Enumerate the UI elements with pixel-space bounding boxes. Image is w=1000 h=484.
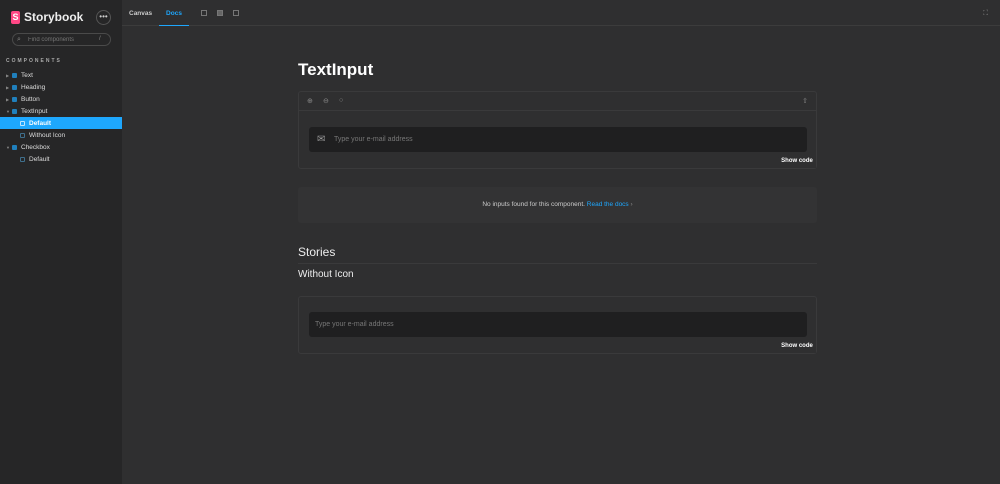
section-components[interactable]: COMPONENTS [6, 58, 62, 64]
chevron-right-icon: › [630, 201, 633, 208]
mail-icon: ✉ [317, 134, 326, 145]
story-title: Without Icon [298, 269, 354, 280]
viewport-icon[interactable] [233, 10, 239, 16]
input-placeholder: Type your e-mail address [315, 321, 394, 328]
input-placeholder: Type your e-mail address [334, 136, 413, 143]
storybook-logo[interactable]: S Storybook [11, 10, 83, 24]
show-code-button[interactable]: Show code [778, 155, 816, 168]
zoom-in-icon[interactable]: ⊕ [307, 97, 313, 105]
primary-preview: ⊕ ⊖ ○ ⇧ ✉ Type your e-mail address Show … [298, 91, 817, 169]
zoom-reset-icon[interactable]: ○ [339, 97, 343, 104]
grid-icon[interactable] [201, 10, 207, 16]
args-table: No inputs found for this component. Read… [298, 187, 817, 223]
tree-item-checkbox-default[interactable]: Default [0, 153, 122, 165]
component-icon [12, 72, 17, 78]
story-icon [20, 120, 25, 126]
tree-item-label: Text [21, 71, 33, 79]
fullscreen-icon[interactable]: ⛶ [983, 10, 988, 18]
sidebar: SStorybook ••• ⌕ / COMPONENTS ▶Text ▶Hea… [0, 0, 122, 484]
tree-item-label: Checkbox [21, 143, 50, 151]
email-input[interactable]: ✉ Type your e-mail address [309, 127, 807, 152]
brand-name: Storybook [24, 10, 84, 24]
page-title: TextInput [298, 60, 374, 79]
component-tree: ▶ Text ▶ Heading ▶ Button ▼ TextInput Defaul… [0, 69, 122, 165]
tree-item-label: Without Icon [29, 131, 66, 139]
storybook-icon: S [11, 10, 20, 24]
component-icon [12, 84, 17, 90]
tree-item-textinput-default[interactable]: Default [0, 117, 122, 129]
tree-item-heading[interactable]: ▶ Heading [0, 81, 122, 93]
background-icon[interactable] [217, 10, 223, 16]
tree-item-label: Heading [21, 83, 46, 91]
tab-docs[interactable]: Docs [159, 0, 189, 26]
no-inputs-text: No inputs found for this component. [482, 201, 585, 208]
search-shortcut: / [99, 36, 101, 42]
story-icon [20, 156, 25, 162]
tree-item-label: TextInput [21, 107, 48, 115]
component-icon [12, 96, 17, 102]
tree-item-label: Default [29, 119, 52, 127]
tab-canvas[interactable]: Canvas [129, 0, 159, 26]
search-input[interactable] [12, 33, 111, 46]
story-icon [20, 132, 25, 138]
tree-item-textinput[interactable]: ▼ TextInput [0, 105, 122, 117]
email-input[interactable]: Type your e-mail address [309, 312, 807, 337]
component-icon [12, 108, 17, 114]
more-menu-button[interactable]: ••• [96, 10, 111, 25]
tree-item-without-icon[interactable]: Without Icon [0, 129, 122, 141]
tree-item-label: Button [21, 95, 40, 103]
tree-item-checkbox[interactable]: ▼ Checkbox [0, 141, 122, 153]
component-icon [12, 144, 17, 150]
toolbar: Canvas Docs ⛶ [122, 0, 1000, 26]
read-docs-link[interactable]: Read the docs [587, 201, 629, 208]
tree-item-label: Default [29, 155, 50, 163]
tree-item-button[interactable]: ▶ Button [0, 93, 122, 105]
share-icon[interactable]: ⇧ [802, 97, 808, 105]
tree-item-text[interactable]: ▶ Text [0, 69, 122, 81]
zoom-out-icon[interactable]: ⊖ [323, 97, 329, 105]
preview-toolbar: ⊕ ⊖ ○ ⇧ [299, 92, 816, 111]
show-code-button[interactable]: Show code [778, 340, 816, 353]
story-preview: Type your e-mail address Show code [298, 296, 817, 354]
stories-heading: Stories [298, 245, 817, 264]
